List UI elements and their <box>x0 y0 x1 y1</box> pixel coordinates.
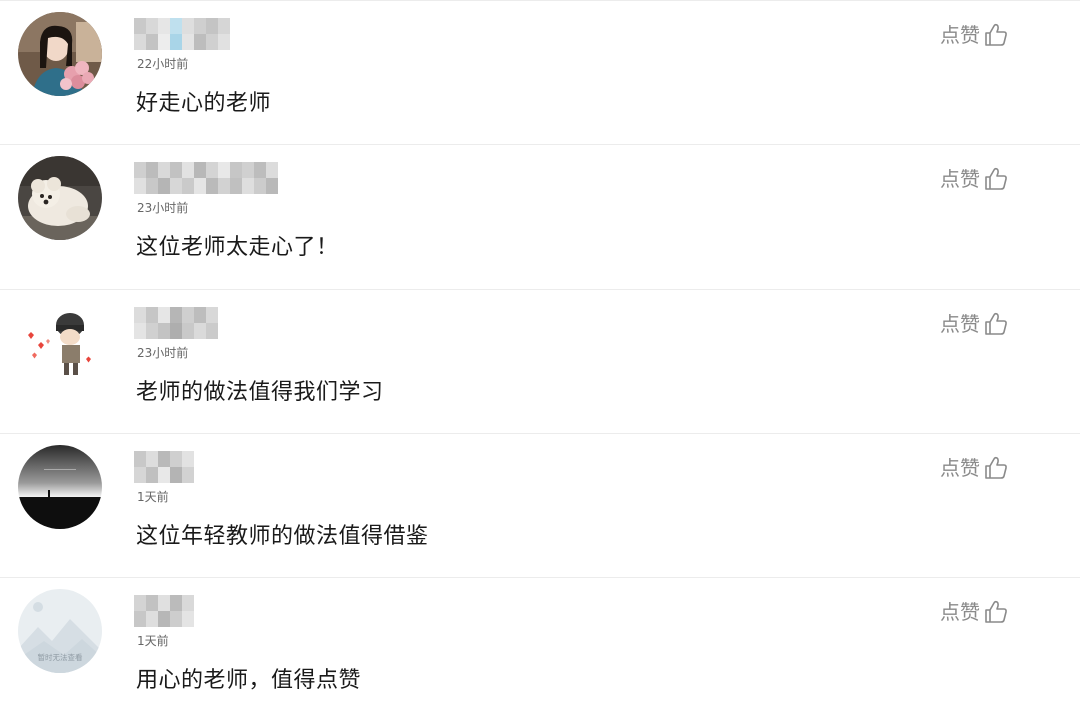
comment-text: 这位年轻教师的做法值得借鉴 <box>136 524 429 549</box>
divider <box>0 144 1080 145</box>
like-label: 点赞 <box>940 600 980 624</box>
divider <box>0 577 1080 578</box>
thumbs-up-icon <box>985 167 1007 190</box>
avatar[interactable]: 暂时无法查看 <box>18 589 102 673</box>
woman-with-flowers-avatar <box>18 12 102 96</box>
like-label: 点赞 <box>940 167 980 191</box>
like-label: 点赞 <box>940 456 980 480</box>
like-label: 点赞 <box>940 23 980 47</box>
timestamp: 22小时前 <box>137 57 189 71</box>
divider <box>0 289 1080 290</box>
timestamp: 23小时前 <box>137 346 189 360</box>
comment-text: 好走心的老师 <box>136 91 272 116</box>
avatar[interactable] <box>18 12 102 96</box>
username-obscured[interactable] <box>134 595 194 627</box>
like-button[interactable]: 点赞 <box>940 164 1009 194</box>
thumbs-up-icon <box>985 600 1007 623</box>
avatar[interactable] <box>18 156 102 240</box>
comment-item: 暂时无法查看 1天前 用心的老师，值得点赞 点赞 <box>0 577 1080 720</box>
avatar[interactable] <box>18 445 102 529</box>
avatar[interactable] <box>18 301 102 385</box>
horizon-silhouette-avatar <box>18 445 102 529</box>
like-button[interactable]: 点赞 <box>940 453 1009 483</box>
comment-text: 用心的老师，值得点赞 <box>136 668 362 693</box>
like-button[interactable]: 点赞 <box>940 20 1009 50</box>
username-obscured[interactable] <box>134 18 230 50</box>
timestamp: 23小时前 <box>137 201 189 215</box>
comment-item: 23小时前 老师的做法值得我们学习 点赞 <box>0 289 1080 433</box>
timestamp: 1天前 <box>137 634 169 648</box>
comment-list: 22小时前 好走心的老师 点赞 23小时前 这位老师太走心了！ 点赞 23小时前… <box>0 0 1080 720</box>
comment-text: 这位老师太走心了！ <box>136 235 339 260</box>
avatar-caption: 暂时无法查看 <box>38 652 83 662</box>
thumbs-up-icon <box>985 456 1007 479</box>
divider <box>0 0 1080 1</box>
white-puppy-avatar <box>18 156 102 240</box>
timestamp: 1天前 <box>137 490 169 504</box>
like-label: 点赞 <box>940 312 980 336</box>
comment-item: 23小时前 这位老师太走心了！ 点赞 <box>0 144 1080 288</box>
divider <box>0 433 1080 434</box>
cartoon-soldier-avatar <box>18 301 102 385</box>
comment-item: 1天前 这位年轻教师的做法值得借鉴 点赞 <box>0 433 1080 577</box>
thumbs-up-icon <box>985 312 1007 335</box>
comment-text: 老师的做法值得我们学习 <box>136 380 384 405</box>
image-unavailable-avatar: 暂时无法查看 <box>18 589 102 673</box>
username-obscured[interactable] <box>134 307 218 339</box>
thumbs-up-icon <box>985 23 1007 46</box>
like-button[interactable]: 点赞 <box>940 309 1009 339</box>
username-obscured[interactable] <box>134 451 194 483</box>
username-obscured[interactable] <box>134 162 278 194</box>
comment-item: 22小时前 好走心的老师 点赞 <box>0 0 1080 144</box>
like-button[interactable]: 点赞 <box>940 597 1009 627</box>
